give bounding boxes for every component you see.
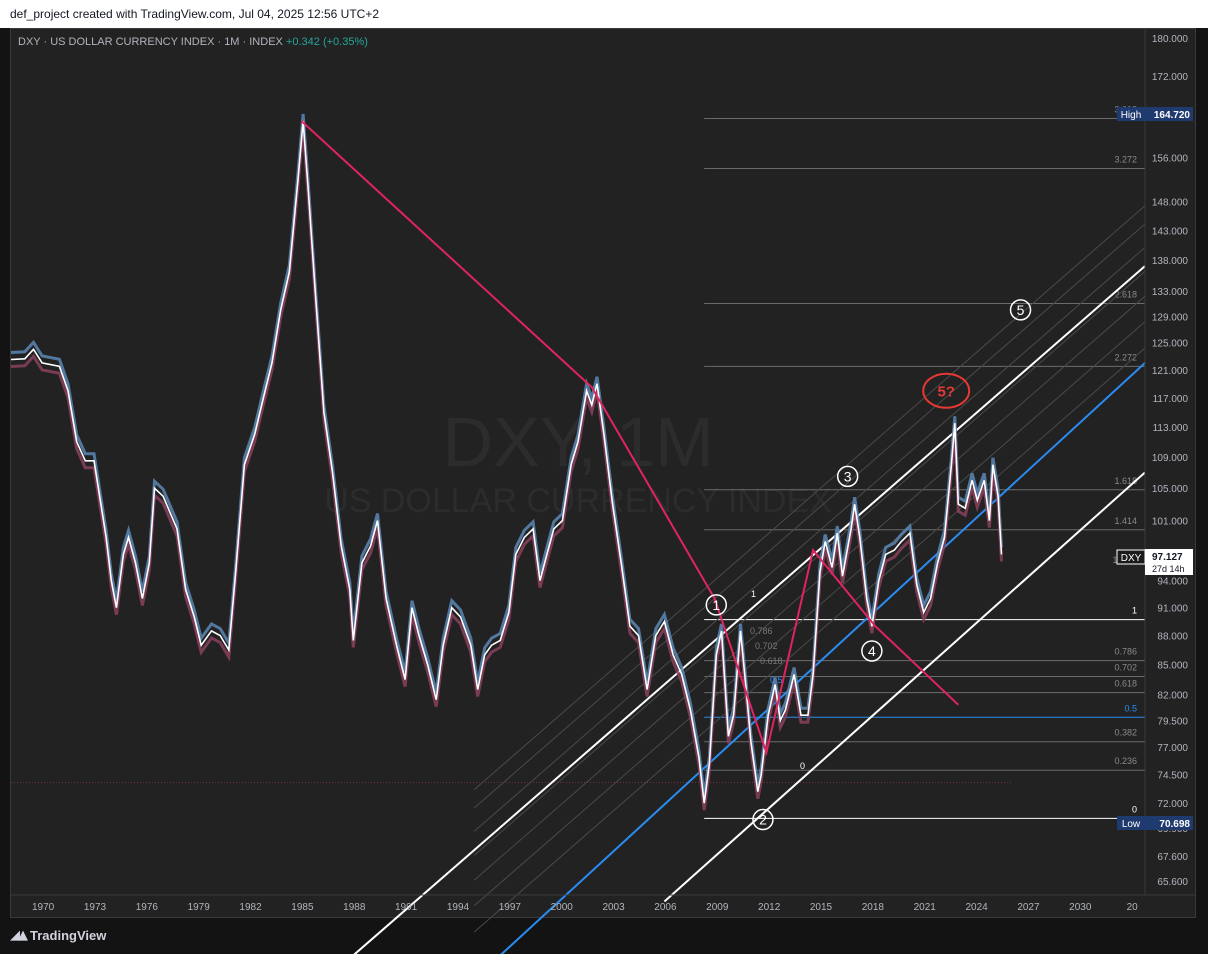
fib-label: 0.236	[1114, 756, 1137, 766]
channel-label: 0.618	[760, 656, 783, 666]
wave-label: 3	[844, 468, 852, 484]
y-tick-label: 156.000	[1152, 154, 1189, 165]
y-tick-label: 72.000	[1157, 799, 1188, 810]
channel-label: 0	[800, 761, 805, 771]
last-value: 97.127	[1152, 552, 1183, 563]
wave-labels: 1 2 3 4 5 5?	[705, 299, 1032, 831]
y-tick-label: 109.000	[1152, 453, 1189, 464]
x-tick-label: 2027	[1017, 902, 1040, 913]
y-tick-label: 121.000	[1152, 366, 1189, 377]
wave-label: 5	[1017, 302, 1025, 318]
high-tag-value: 164.720	[1154, 110, 1191, 121]
channel-parallel-line	[698, 223, 1146, 613]
y-tick-label: 113.000	[1153, 423, 1189, 434]
y-tick-label: 125.000	[1152, 339, 1189, 350]
channel-upper-line	[353, 265, 1146, 954]
countdown: 27d 14h	[1152, 564, 1185, 574]
y-tick-label: 94.000	[1157, 577, 1188, 588]
x-tick-label: 2018	[862, 902, 885, 913]
y-tick-label: 117.000	[1153, 394, 1189, 405]
y-tick-label: 74.500	[1157, 771, 1188, 782]
y-tick-label: 82.000	[1157, 691, 1188, 702]
x-tick-label: 2009	[706, 902, 729, 913]
channel-label: 1	[751, 589, 756, 599]
channel-label: 0.786	[750, 626, 773, 636]
watermark: DXY, 1M US DOLLAR CURRENCY INDEX	[324, 403, 832, 520]
x-tick-label: 1970	[32, 902, 55, 913]
y-tick-label: 79.500	[1157, 716, 1188, 727]
y-tick-label: 77.000	[1157, 743, 1188, 754]
footer-brand: ◢▲ TradingView	[10, 928, 106, 943]
y-tick-label: 148.000	[1152, 198, 1189, 209]
x-tick-label: 1976	[136, 902, 159, 913]
y-tick-label: 101.000	[1152, 517, 1189, 528]
x-tick-label: 2000	[551, 902, 574, 913]
channel-label: 0.702	[755, 641, 778, 651]
low-tag: Low 70.698	[1117, 816, 1193, 830]
y-tick-label: 129.000	[1152, 312, 1189, 323]
price-change: +0.342 (+0.35%)	[285, 36, 368, 48]
wave-label: 4	[868, 643, 876, 659]
channel-parallel-line	[473, 635, 700, 832]
x-tick-label: 1988	[343, 902, 366, 913]
fib-label: 0.702	[1114, 662, 1137, 672]
symbol-info: DXY · US DOLLAR CURRENCY INDEX · 1M · IN…	[18, 36, 283, 48]
y-tick-label: 85.000	[1157, 661, 1188, 672]
x-tick-label: 1979	[188, 902, 211, 913]
x-tick-label: 1994	[447, 902, 470, 913]
watermark-name: US DOLLAR CURRENCY INDEX	[324, 482, 832, 520]
y-tick-label: 133.000	[1152, 287, 1189, 298]
last-symbol: DXY	[1121, 553, 1142, 564]
x-tick-label: 1985	[291, 902, 314, 913]
channel-parallel-line	[473, 611, 700, 809]
fib-label: 0.5	[1124, 703, 1137, 713]
tradingview-logo-icon: ◢▲	[10, 928, 28, 943]
y-tick-label: 88.000	[1157, 632, 1188, 643]
last-price-tag: DXY 97.12727d 14h	[1116, 549, 1193, 575]
low-tag-label: Low	[1122, 819, 1141, 830]
x-tick-label: 1997	[499, 902, 522, 913]
y-tick-label: 180.000	[1152, 34, 1189, 45]
fib-label: 3.272	[1114, 154, 1137, 164]
y-tick-label: 172.000	[1152, 72, 1189, 83]
wave-label: 1	[712, 597, 720, 613]
x-tick-label: 20	[1127, 902, 1139, 913]
wave5-question-label: 5?	[937, 384, 955, 401]
y-tick-label: 143.000	[1152, 226, 1189, 237]
x-tick-label: 1991	[395, 902, 418, 913]
channel-parallel-line	[698, 347, 1146, 737]
channel-parallel-line	[698, 205, 1146, 595]
fib-label: 0.786	[1114, 647, 1137, 657]
channel-parallel-line	[698, 246, 1146, 637]
y-tick-label: 91.000	[1157, 604, 1188, 615]
brand-name: TradingView	[30, 928, 107, 943]
y-tick-label: 138.000	[1152, 256, 1189, 267]
x-tick-label: 1982	[239, 902, 262, 913]
y-tick-label: 105.000	[1152, 484, 1189, 495]
x-tick-label: 2003	[602, 902, 625, 913]
x-tick-label: 2006	[654, 902, 677, 913]
channel-parallel-line	[473, 659, 700, 856]
fib-label: 1.414	[1114, 516, 1137, 526]
x-tick-label: 2021	[914, 902, 937, 913]
x-tick-label: 2015	[810, 902, 833, 913]
fib-label: 0	[1132, 804, 1137, 814]
symbol-legend[interactable]: DXY · US DOLLAR CURRENCY INDEX · 1M · IN…	[18, 36, 368, 48]
fib-label: 1.618	[1114, 476, 1137, 486]
fib-label: 0.382	[1114, 728, 1137, 738]
x-tick-label: 1973	[84, 902, 107, 913]
y-tick-label: 67.600	[1157, 852, 1188, 863]
high-tag: High 164.720	[1117, 107, 1193, 121]
fib-label: 1	[1132, 606, 1137, 616]
x-tick-label: 2012	[758, 902, 781, 913]
high-tag-label: High	[1121, 110, 1142, 121]
y-tick-label: 65.600	[1157, 877, 1188, 888]
chart-canvas[interactable]: DXY, 1M US DOLLAR CURRENCY INDEX 3.6183.…	[0, 0, 1208, 954]
x-tick-label: 2030	[1069, 902, 1092, 913]
low-tag-value: 70.698	[1159, 819, 1190, 830]
fib-label: 0.618	[1114, 679, 1137, 689]
wave-label: 2	[759, 812, 767, 828]
x-tick-label: 2024	[965, 902, 988, 913]
